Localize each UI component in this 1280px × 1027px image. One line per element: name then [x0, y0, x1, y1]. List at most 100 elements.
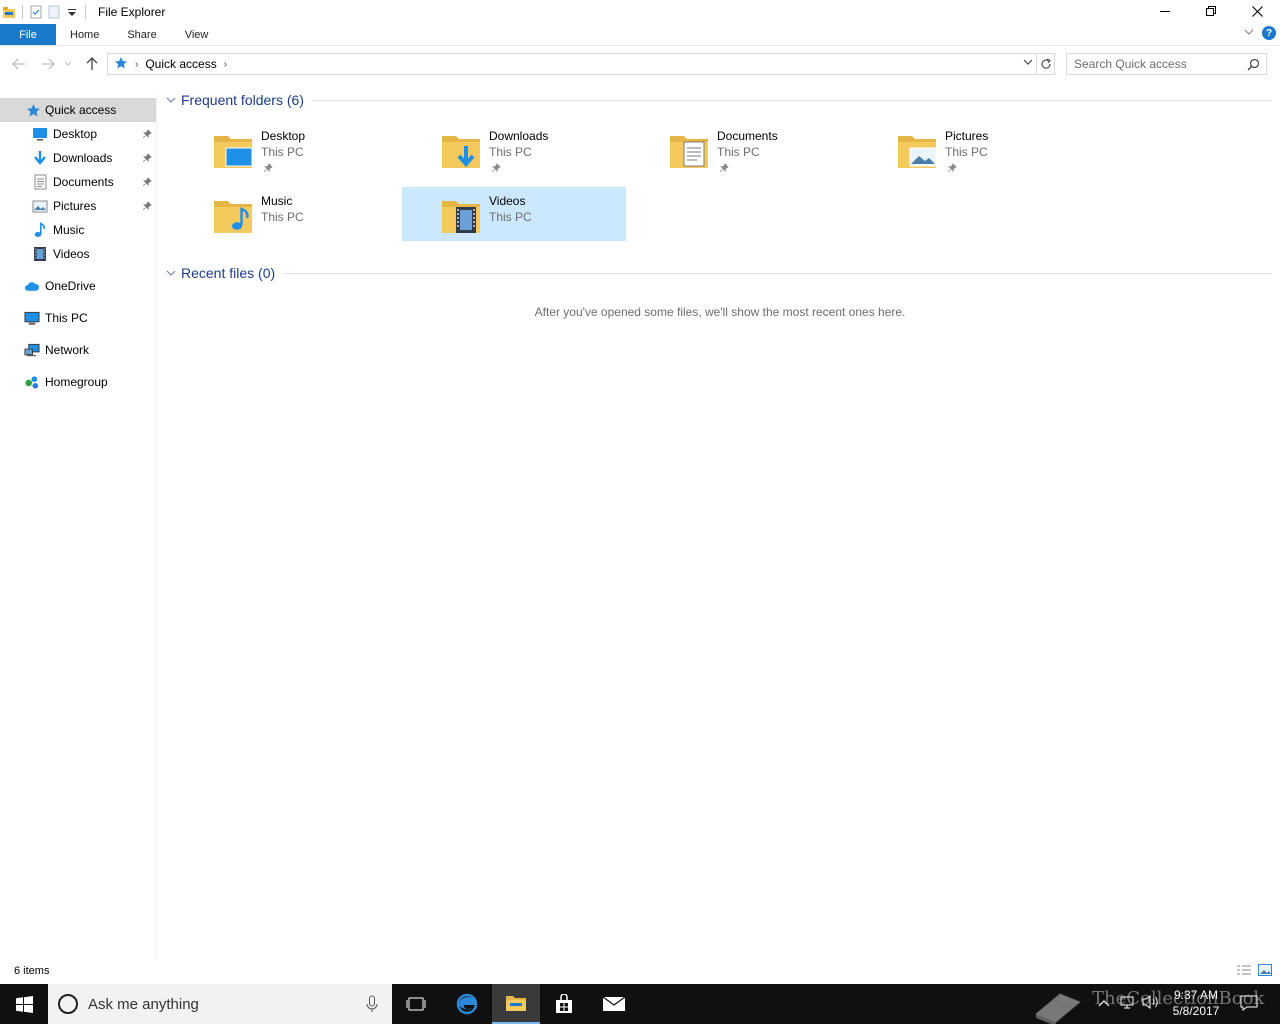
sidebar-item-this-pc[interactable]: This PC [0, 306, 156, 330]
taskbar: Ask me anything 9:37 AM 5/8/2017 [0, 984, 1280, 1024]
folder-tile-pictures[interactable]: Pictures This PC [858, 122, 1082, 176]
start-button[interactable] [0, 984, 48, 1024]
this-pc-icon [24, 310, 40, 326]
downloads-icon [32, 150, 48, 166]
sidebar-item-downloads[interactable]: Downloads [0, 146, 156, 170]
folder-name: Documents [717, 129, 778, 143]
group-title: Recent files (0) [181, 265, 276, 281]
sidebar-item-pictures[interactable]: Pictures [0, 194, 156, 218]
sidebar-item-homegroup[interactable]: Homegroup [0, 370, 156, 394]
folder-name: Desktop [261, 129, 306, 143]
back-button[interactable] [9, 54, 29, 74]
folder-tile-downloads[interactable]: Downloads This PC [402, 122, 626, 176]
videos-folder-icon [440, 193, 484, 237]
sidebar-item-label: Homegroup [45, 375, 108, 389]
breadcrumb-quick-access[interactable]: Quick access [145, 57, 216, 71]
properties-icon[interactable] [29, 5, 43, 19]
recent-locations-dropdown[interactable] [61, 54, 75, 74]
navigation-pane: Quick access Desktop Downloads Documents [0, 95, 157, 960]
sidebar-item-quick-access[interactable]: Quick access [0, 98, 156, 122]
tab-view[interactable]: View [171, 24, 223, 45]
sidebar-item-label: Documents [53, 175, 114, 189]
task-view-button[interactable] [392, 984, 440, 1024]
folder-name: Downloads [489, 129, 549, 143]
expand-ribbon-icon[interactable] [1244, 26, 1254, 40]
quick-access-toolbar [0, 0, 92, 24]
large-icons-view-icon[interactable] [1258, 964, 1272, 979]
sidebar-item-label: Desktop [53, 127, 98, 141]
edge-browser-icon[interactable] [443, 984, 491, 1024]
collapse-chevron-icon[interactable] [164, 269, 178, 277]
action-center-icon[interactable] [1240, 994, 1258, 1015]
music-folder-icon [212, 193, 256, 237]
pin-icon [491, 162, 501, 176]
folder-location: This PC [261, 145, 304, 159]
file-explorer-app-icon[interactable] [2, 5, 16, 19]
sidebar-item-label: OneDrive [45, 279, 96, 293]
minimize-button[interactable] [1142, 0, 1188, 22]
sidebar-item-network[interactable]: Network [0, 338, 156, 362]
sidebar-item-onedrive[interactable]: OneDrive [0, 274, 156, 298]
pin-icon [142, 176, 152, 190]
microphone-icon[interactable] [366, 995, 378, 1016]
tab-file[interactable]: File [0, 24, 56, 45]
frequent-folders-header[interactable]: Frequent folders (6) [164, 89, 1272, 111]
downloads-folder-icon [440, 128, 484, 172]
address-bar[interactable]: › Quick access › [107, 53, 1037, 75]
file-explorer-taskbar-icon[interactable] [492, 984, 540, 1024]
breadcrumb-chevron-icon[interactable]: › [135, 59, 138, 70]
customize-toolbar-dropdown-icon[interactable] [65, 5, 79, 19]
folder-location: This PC [489, 145, 532, 159]
folder-tile-videos[interactable]: Videos This PC [402, 187, 626, 241]
cortana-icon [58, 994, 78, 1014]
quick-access-star-icon [114, 56, 128, 73]
folder-tile-desktop[interactable]: Desktop This PC [174, 122, 398, 176]
close-button[interactable] [1234, 0, 1280, 22]
restore-button[interactable] [1188, 0, 1234, 22]
search-icon[interactable] [1247, 58, 1260, 74]
sidebar-item-documents[interactable]: Documents [0, 170, 156, 194]
details-view-icon[interactable] [1236, 964, 1252, 979]
breadcrumb-chevron-icon[interactable]: › [224, 59, 227, 70]
recent-files-empty-message: After you've opened some files, we'll sh… [534, 305, 906, 319]
window-title: File Explorer [98, 5, 166, 19]
network-status-icon[interactable] [1119, 994, 1135, 1013]
window-controls [1142, 0, 1280, 22]
folder-tile-music[interactable]: Music This PC [174, 187, 398, 241]
title-bar: File Explorer [0, 0, 1280, 24]
mail-icon[interactable] [590, 984, 638, 1024]
sidebar-item-music[interactable]: Music [0, 218, 156, 242]
tab-home[interactable]: Home [56, 24, 113, 45]
folder-name: Pictures [945, 129, 989, 143]
up-button[interactable] [82, 54, 102, 74]
show-hidden-icons-chevron-icon[interactable] [1098, 996, 1110, 1010]
sidebar-item-label: Downloads [53, 151, 113, 165]
help-icon[interactable]: ? [1262, 26, 1276, 40]
folder-tile-documents[interactable]: Documents This PC [630, 122, 854, 176]
divider [311, 99, 1272, 101]
divider [22, 5, 23, 19]
sidebar-item-desktop[interactable]: Desktop [0, 122, 156, 146]
search-input[interactable] [1067, 57, 1242, 71]
taskbar-clock[interactable]: 9:37 AM 5/8/2017 [1168, 987, 1224, 1019]
pictures-folder-icon [896, 128, 940, 172]
folder-name: Music [261, 194, 293, 208]
store-icon[interactable] [540, 984, 588, 1024]
collapse-chevron-icon[interactable] [164, 96, 178, 104]
forward-button[interactable] [38, 54, 58, 74]
refresh-button[interactable] [1037, 53, 1055, 75]
tab-share[interactable]: Share [113, 24, 170, 45]
ribbon-tabs: File Home Share View ? [0, 24, 1280, 46]
new-folder-icon[interactable] [47, 5, 61, 19]
address-history-dropdown-icon[interactable] [1023, 58, 1033, 68]
cortana-search-box[interactable]: Ask me anything [48, 984, 392, 1024]
folder-location: This PC [945, 145, 988, 159]
sidebar-item-label: Pictures [53, 199, 97, 213]
folder-location: This PC [261, 210, 304, 224]
sidebar-item-videos[interactable]: Videos [0, 242, 156, 266]
search-box[interactable] [1066, 53, 1267, 75]
documents-folder-icon [668, 128, 712, 172]
recent-files-header[interactable]: Recent files (0) [164, 262, 1272, 284]
volume-icon[interactable] [1142, 994, 1160, 1013]
music-icon [32, 222, 48, 238]
